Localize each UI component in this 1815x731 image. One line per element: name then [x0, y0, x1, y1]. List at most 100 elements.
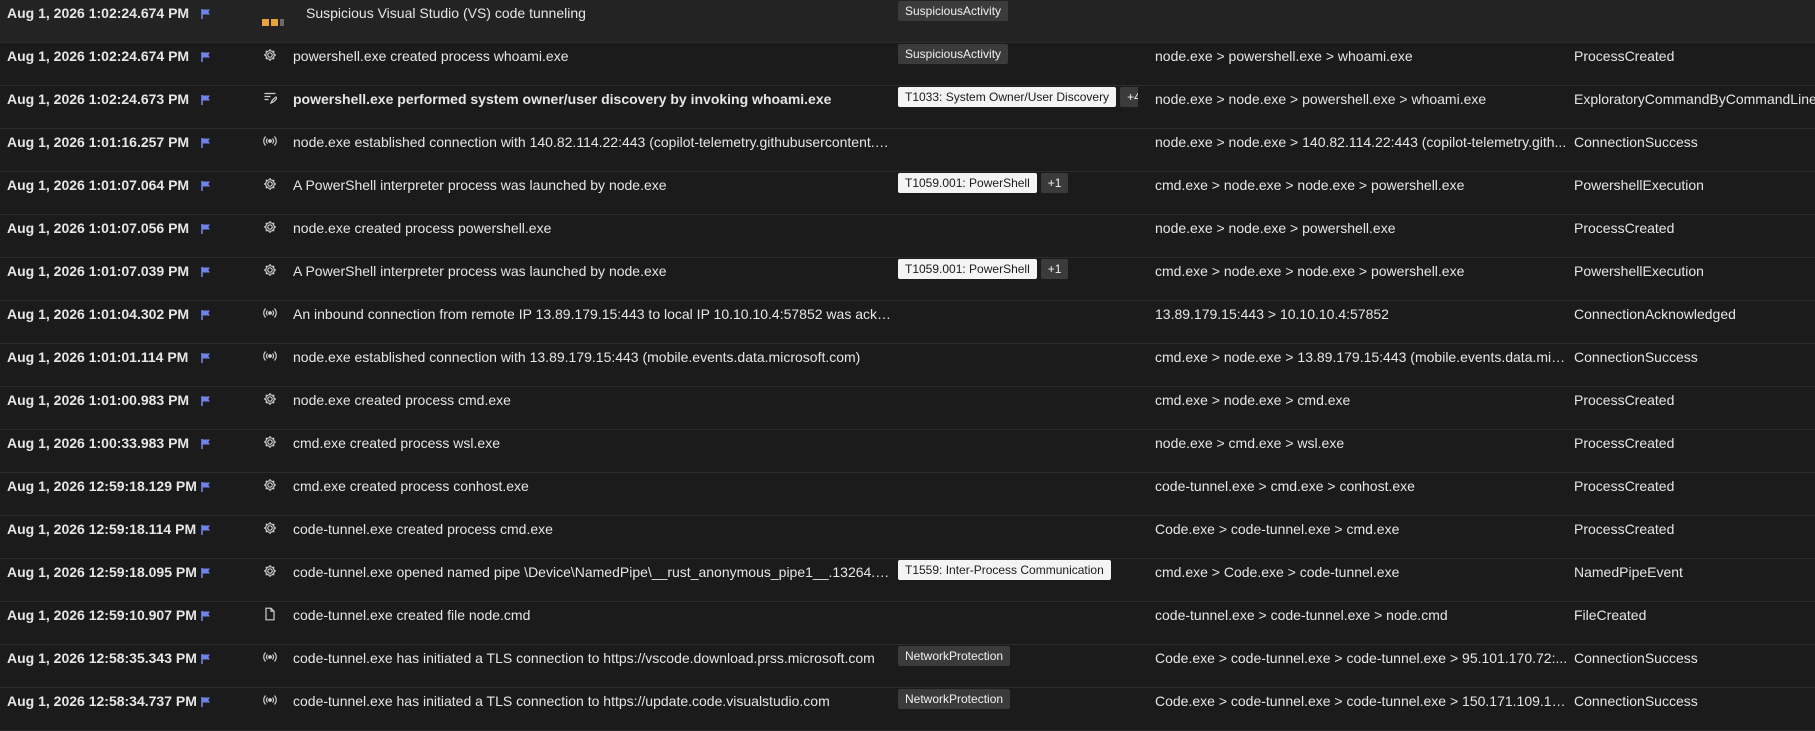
- flag-icon[interactable]: [200, 309, 212, 321]
- event-title[interactable]: A PowerShell interpreter process was lau…: [293, 258, 893, 300]
- event-row-9[interactable]: Aug 1, 2026 1:01:01.114 PM node.exe esta…: [0, 344, 1815, 387]
- event-row-15[interactable]: Aug 1, 2026 12:59:10.907 PM code-tunnel.…: [0, 602, 1815, 645]
- event-timestamp: Aug 1, 2026 12:59:10.907 PM: [7, 607, 197, 623]
- event-type-icon-cell: [263, 215, 285, 257]
- event-title[interactable]: code-tunnel.exe created file node.cmd: [293, 602, 893, 644]
- process-chain: 13.89.179.15:443 > 10.10.10.4:57852: [1155, 306, 1389, 322]
- flag-icon[interactable]: [200, 567, 212, 579]
- flag-icon[interactable]: [200, 610, 212, 622]
- event-row-3[interactable]: Aug 1, 2026 1:02:24.673 PM powershell.ex…: [0, 86, 1815, 129]
- gear-icon: [263, 48, 277, 62]
- flag-icon[interactable]: [200, 51, 212, 63]
- event-title[interactable]: An inbound connection from remote IP 13.…: [293, 301, 893, 343]
- more-tags-badge[interactable]: +4: [1120, 87, 1138, 107]
- more-tags-badge[interactable]: +1: [1040, 259, 1069, 279]
- event-row-12[interactable]: Aug 1, 2026 12:59:18.129 PM cmd.exe crea…: [0, 473, 1815, 516]
- process-chain: node.exe > cmd.exe > wsl.exe: [1155, 435, 1345, 451]
- event-tag[interactable]: NetworkProtection: [898, 689, 1011, 709]
- flag-cell: [200, 43, 220, 85]
- event-row-13[interactable]: Aug 1, 2026 12:59:18.114 PM code-tunnel.…: [0, 516, 1815, 559]
- action-type: ConnectionSuccess: [1574, 134, 1698, 150]
- event-row-8[interactable]: Aug 1, 2026 1:01:04.302 PM An inbound co…: [0, 301, 1815, 344]
- event-title[interactable]: cmd.exe created process wsl.exe: [293, 430, 893, 472]
- event-timestamp: Aug 1, 2026 1:02:24.674 PM: [7, 5, 190, 21]
- flag-cell: [200, 473, 220, 515]
- flag-icon[interactable]: [200, 352, 212, 364]
- event-tags: T1559: Inter-Process Communication: [898, 559, 1138, 601]
- event-title[interactable]: node.exe established connection with 13.…: [293, 344, 893, 386]
- flag-icon[interactable]: [200, 481, 212, 493]
- event-title[interactable]: Suspicious Visual Studio (VS) code tunne…: [306, 0, 906, 42]
- event-title[interactable]: cmd.exe created process conhost.exe: [293, 473, 893, 515]
- event-title[interactable]: code-tunnel.exe has initiated a TLS conn…: [293, 688, 893, 730]
- event-row-2[interactable]: Aug 1, 2026 1:02:24.674 PM powershell.ex…: [0, 43, 1815, 86]
- event-timestamp: Aug 1, 2026 12:59:18.095 PM: [7, 564, 197, 580]
- event-title[interactable]: node.exe established connection with 140…: [293, 129, 893, 171]
- action-type: FileCreated: [1574, 607, 1647, 623]
- event-tags: [898, 344, 1138, 386]
- action-type: ProcessCreated: [1574, 48, 1675, 64]
- process-chain: node.exe > node.exe > 140.82.114.22:443 …: [1155, 134, 1567, 150]
- event-row-5[interactable]: Aug 1, 2026 1:01:07.064 PM A PowerShell …: [0, 172, 1815, 215]
- process-chain: code-tunnel.exe > code-tunnel.exe > node…: [1155, 607, 1448, 623]
- event-tags: [898, 387, 1138, 429]
- event-tag[interactable]: T1033: System Owner/User Discovery: [898, 87, 1117, 107]
- event-row-10[interactable]: Aug 1, 2026 1:01:00.983 PM node.exe crea…: [0, 387, 1815, 430]
- process-chain: node.exe > node.exe > powershell.exe > w…: [1155, 91, 1487, 107]
- process-chain: Code.exe > code-tunnel.exe > cmd.exe: [1155, 521, 1400, 537]
- process-chain: cmd.exe > node.exe > 13.89.179.15:443 (m…: [1155, 349, 1570, 365]
- gear-icon: [263, 521, 277, 535]
- event-row-11[interactable]: Aug 1, 2026 1:00:33.983 PM cmd.exe creat…: [0, 430, 1815, 473]
- event-tag[interactable]: T1059.001: PowerShell: [898, 173, 1037, 193]
- flag-cell: [200, 602, 220, 644]
- action-type: ProcessCreated: [1574, 521, 1675, 537]
- event-timestamp: Aug 1, 2026 1:01:07.064 PM: [7, 177, 190, 193]
- event-title[interactable]: powershell.exe created process whoami.ex…: [293, 43, 893, 85]
- event-row-17[interactable]: Aug 1, 2026 12:58:34.737 PM code-tunnel.…: [0, 688, 1815, 731]
- flag-icon[interactable]: [200, 696, 212, 708]
- event-title[interactable]: A PowerShell interpreter process was lau…: [293, 172, 893, 214]
- network-icon: [263, 306, 277, 320]
- flag-cell: [200, 129, 220, 171]
- event-title[interactable]: powershell.exe performed system owner/us…: [293, 86, 893, 128]
- event-tag[interactable]: SuspiciousActivity: [898, 1, 1009, 21]
- flag-icon[interactable]: [200, 266, 212, 278]
- flag-icon[interactable]: [200, 137, 212, 149]
- flag-icon[interactable]: [200, 653, 212, 665]
- file-icon: [263, 607, 277, 621]
- event-title[interactable]: code-tunnel.exe has initiated a TLS conn…: [293, 645, 893, 687]
- flag-icon[interactable]: [200, 524, 212, 536]
- flag-icon[interactable]: [200, 94, 212, 106]
- network-icon: [263, 693, 277, 707]
- event-row-1[interactable]: Aug 1, 2026 1:02:24.674 PM Suspicious Vi…: [0, 0, 1815, 43]
- flag-icon[interactable]: [200, 438, 212, 450]
- event-tags: [898, 129, 1138, 171]
- event-tag[interactable]: NetworkProtection: [898, 646, 1011, 666]
- flag-icon[interactable]: [200, 223, 212, 235]
- event-title[interactable]: code-tunnel.exe created process cmd.exe: [293, 516, 893, 558]
- event-tag[interactable]: SuspiciousActivity: [898, 44, 1009, 64]
- process-chain: cmd.exe > Code.exe > code-tunnel.exe: [1155, 564, 1400, 580]
- event-row-7[interactable]: Aug 1, 2026 1:01:07.039 PM A PowerShell …: [0, 258, 1815, 301]
- event-title[interactable]: node.exe created process cmd.exe: [293, 387, 893, 429]
- event-row-16[interactable]: Aug 1, 2026 12:58:35.343 PM code-tunnel.…: [0, 645, 1815, 688]
- event-row-6[interactable]: Aug 1, 2026 1:01:07.056 PM node.exe crea…: [0, 215, 1815, 258]
- network-icon: [263, 349, 277, 363]
- event-timeline: Aug 1, 2026 1:02:24.674 PM Suspicious Vi…: [0, 0, 1815, 731]
- event-tag[interactable]: T1559: Inter-Process Communication: [898, 560, 1111, 580]
- flag-icon[interactable]: [200, 395, 212, 407]
- event-row-4[interactable]: Aug 1, 2026 1:01:16.257 PM node.exe esta…: [0, 129, 1815, 172]
- action-type: NamedPipeEvent: [1574, 564, 1683, 580]
- event-type-icon-cell: [263, 344, 285, 386]
- event-tag[interactable]: T1059.001: PowerShell: [898, 259, 1037, 279]
- event-row-14[interactable]: Aug 1, 2026 12:59:18.095 PM code-tunnel.…: [0, 559, 1815, 602]
- flag-icon[interactable]: [200, 8, 212, 20]
- event-title[interactable]: code-tunnel.exe opened named pipe \Devic…: [293, 559, 893, 601]
- more-tags-badge[interactable]: +1: [1040, 173, 1069, 193]
- event-tags: SuspiciousActivity: [898, 0, 1138, 42]
- event-tags: [898, 430, 1138, 472]
- process-chain: Code.exe > code-tunnel.exe > code-tunnel…: [1155, 650, 1568, 666]
- event-type-icon-cell: [263, 645, 285, 687]
- flag-icon[interactable]: [200, 180, 212, 192]
- event-title[interactable]: node.exe created process powershell.exe: [293, 215, 893, 257]
